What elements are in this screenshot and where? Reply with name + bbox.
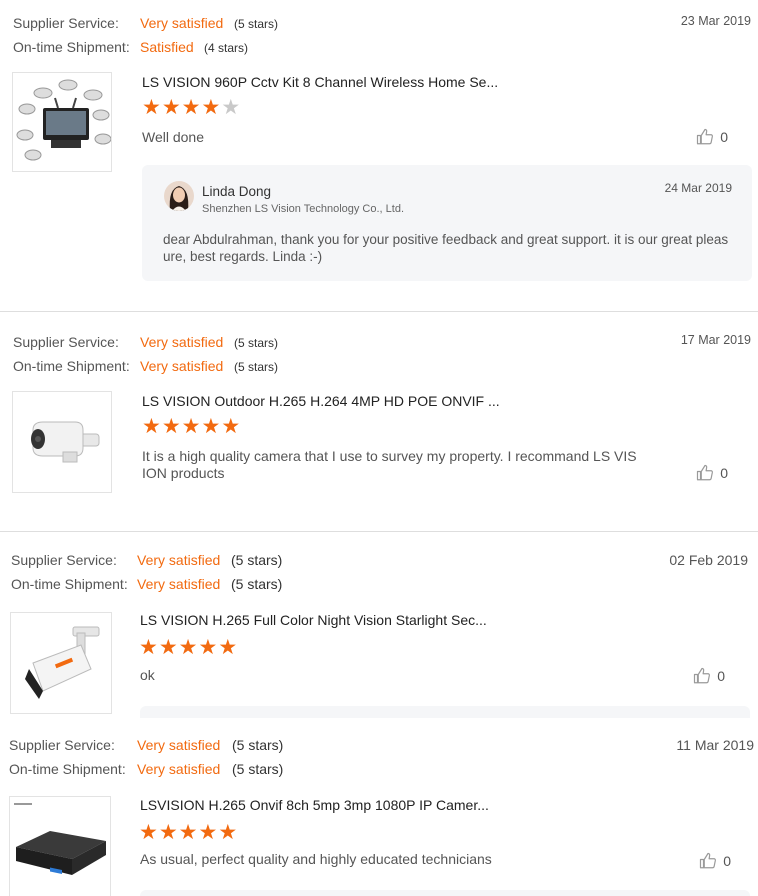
product-thumbnail[interactable] [10, 612, 112, 714]
review-comment: It is a high quality camera that I use t… [142, 448, 637, 481]
reply-company: Shenzhen LS Vision Technology Co., Ltd. [202, 203, 405, 215]
star-icon: ★ [181, 96, 201, 119]
supplier-service-stars: (5 stars) [234, 17, 279, 31]
product-thumbnail[interactable] [12, 391, 112, 493]
rating-stars: ★★★★★ [142, 415, 241, 438]
product-thumbnail[interactable] [12, 72, 112, 172]
star-icon: ★ [142, 415, 161, 438]
review-card: Supplier Service: Very satisfied (5 star… [0, 312, 758, 532]
review-date: 11 Mar 2019 [676, 737, 754, 753]
cctv-kit-image [16, 79, 111, 161]
like-button[interactable]: 0 [693, 667, 725, 685]
star-icon: ★ [181, 415, 201, 438]
supplier-service-label: Supplier Service: [13, 334, 119, 350]
review-comment: Well done [142, 129, 205, 145]
star-icon: ★ [158, 821, 178, 844]
review-date: 17 Mar 2019 [680, 333, 751, 347]
on-time-shipment-stars: (5 stars) [232, 761, 284, 777]
reply-date: 24 Mar 2019 [664, 181, 732, 195]
reply-author-name: Linda Dong [202, 184, 272, 199]
product-title-link[interactable]: LS VISION 960P Cctv Kit 8 Channel Wirele… [142, 74, 498, 90]
reply-text: dear Abdulrahman, thank you for your pos… [163, 232, 729, 264]
like-count: 0 [720, 465, 728, 481]
star-icon: ★ [218, 636, 238, 659]
supplier-service-stars: (5 stars) [234, 336, 279, 350]
star-icon: ★ [161, 96, 181, 119]
like-count: 0 [723, 853, 731, 869]
star-icon: ★ [142, 96, 161, 119]
star-icon: ★ [201, 415, 221, 438]
product-title-link[interactable]: LS VISION H.265 Full Color Night Vision … [140, 612, 487, 628]
on-time-shipment-label: On-time Shipment: [11, 576, 128, 592]
on-time-shipment-stars: (5 stars) [231, 576, 283, 592]
on-time-shipment-rating: Very satisfied [137, 576, 221, 592]
bullet-camera-image [25, 626, 100, 699]
on-time-shipment-label: On-time Shipment: [13, 39, 130, 55]
like-count: 0 [717, 668, 725, 684]
reply-box-edge [140, 706, 750, 718]
supplier-service-label: Supplier Service: [9, 737, 115, 753]
like-button[interactable]: 0 [699, 852, 731, 870]
on-time-shipment-label: On-time Shipment: [13, 358, 130, 374]
supplier-service-rating: Very satisfied [137, 737, 221, 753]
star-icon: ★ [178, 636, 198, 659]
product-title-link[interactable]: LSVISION H.265 Onvif 8ch 5mp 3mp 1080P I… [140, 797, 489, 813]
star-icon: ★ [198, 636, 218, 659]
star-icon: ★ [198, 821, 218, 844]
thumbs-up-icon [697, 128, 714, 145]
thumbs-up-icon [694, 667, 711, 684]
rating-stars: ★★★★★ [142, 96, 241, 119]
like-count: 0 [720, 129, 728, 145]
supplier-service-rating: Very satisfied [140, 334, 224, 350]
thumbs-up-icon [697, 464, 714, 481]
supplier-service-stars: (5 stars) [232, 737, 284, 753]
supplier-service-rating: Very satisfied [140, 15, 224, 31]
review-date: 02 Feb 2019 [669, 552, 748, 568]
like-button[interactable]: 0 [696, 128, 728, 146]
supplier-reply: Linda Dong Shenzhen LS Vision Technology… [142, 165, 752, 281]
star-icon: ★ [221, 415, 241, 438]
review-card: Supplier Service: Very satisfied (5 star… [0, 532, 758, 720]
star-icon: ★ [178, 821, 198, 844]
avatar [164, 181, 194, 211]
supplier-service-label: Supplier Service: [11, 552, 117, 568]
review-comment: As usual, perfect quality and highly edu… [140, 851, 492, 867]
review-comment: ok [140, 667, 155, 683]
reply-box-edge [140, 890, 750, 896]
on-time-shipment-label: On-time Shipment: [9, 761, 126, 777]
on-time-shipment-stars: (5 stars) [234, 360, 279, 374]
rating-stars: ★★★★★ [139, 636, 238, 659]
supplier-service-stars: (5 stars) [231, 552, 283, 568]
like-button[interactable]: 0 [696, 464, 728, 482]
review-card: Supplier Service: Very satisfied (5 star… [0, 0, 758, 312]
review-card: Supplier Service: Very satisfied (5 star… [0, 720, 758, 896]
star-icon: ★ [161, 415, 181, 438]
supplier-service-label: Supplier Service: [13, 15, 119, 31]
on-time-shipment-stars: (4 stars) [204, 41, 249, 55]
star-icon: ★ [158, 636, 178, 659]
ptz-camera-image [31, 421, 100, 463]
star-icon: ★ [218, 821, 238, 844]
star-icon: ★ [139, 821, 158, 844]
on-time-shipment-rating: Very satisfied [140, 358, 224, 374]
supplier-service-rating: Very satisfied [137, 552, 221, 568]
review-date: 23 Mar 2019 [680, 14, 751, 28]
product-thumbnail[interactable] [9, 796, 111, 896]
nvr-recorder-image [14, 803, 106, 875]
star-icon: ★ [221, 96, 241, 119]
star-icon: ★ [139, 636, 158, 659]
on-time-shipment-rating: Very satisfied [137, 761, 221, 777]
on-time-shipment-rating: Satisfied [140, 39, 194, 55]
rating-stars: ★★★★★ [139, 821, 238, 844]
thumbs-up-icon [700, 852, 717, 869]
product-title-link[interactable]: LS VISION Outdoor H.265 H.264 4MP HD POE… [142, 393, 500, 409]
star-icon: ★ [201, 96, 221, 119]
